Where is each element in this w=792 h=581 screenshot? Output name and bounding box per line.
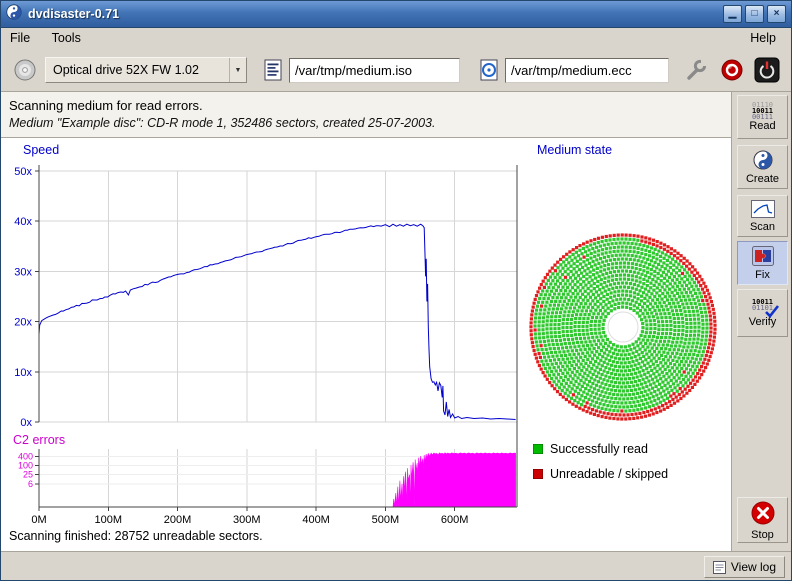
verify-button[interactable]: 10011 01101 Verify: [737, 289, 788, 337]
view-log-label: View log: [731, 560, 776, 574]
c2-errors-title: C2 errors: [13, 433, 65, 447]
medium-state-title: Medium state: [537, 143, 612, 157]
svg-text:40x: 40x: [14, 216, 32, 228]
read-button-label: Read: [749, 120, 775, 132]
scan-button[interactable]: Scan: [737, 195, 788, 237]
verify-binary-icon: 10011 01101: [747, 299, 779, 316]
minimize-button[interactable]: ▁: [723, 5, 742, 23]
scan-result-status: Scanning finished: 28752 unreadable sect…: [9, 529, 263, 543]
svg-text:50x: 50x: [14, 166, 32, 178]
svg-text:0M: 0M: [31, 514, 46, 526]
fix-button-label: Fix: [755, 269, 770, 281]
wrench-icon: [684, 70, 708, 85]
ecc-path-input[interactable]: [505, 58, 669, 83]
app-window: dvdisaster-0.71 ▁ □ × File Tools Help Op…: [0, 0, 792, 581]
log-list-icon: [713, 561, 726, 574]
app-logo-icon: [6, 4, 22, 25]
menu-tools[interactable]: Tools: [43, 28, 90, 49]
toolbar: Optical drive 52X FW 1.02 ▼: [1, 49, 791, 92]
svg-text:100M: 100M: [95, 514, 123, 526]
iso-file-icon: [264, 59, 282, 86]
maximize-button[interactable]: □: [745, 5, 764, 23]
drive-selector-value: Optical drive 52X FW 1.02: [46, 63, 229, 77]
power-icon: [754, 71, 780, 86]
green-swatch-icon: [533, 444, 543, 454]
stop-button-label: Stop: [751, 529, 774, 541]
svg-text:500M: 500M: [372, 514, 400, 526]
menu-file[interactable]: File: [1, 28, 39, 49]
help-button[interactable]: [720, 58, 744, 85]
status-header: Scanning medium for read errors. Medium …: [1, 92, 731, 138]
preferences-button[interactable]: [684, 58, 708, 85]
create-button[interactable]: Create: [737, 145, 788, 189]
puzzle-icon: [752, 246, 774, 269]
svg-text:400M: 400M: [302, 514, 330, 526]
status-line2: Medium "Example disc": CD-R mode 1, 3524…: [9, 116, 731, 130]
svg-text:0x: 0x: [20, 417, 32, 429]
yin-yang-icon: [753, 150, 773, 173]
read-button[interactable]: 01110 10011 00111 Read: [737, 95, 788, 139]
legend-item-unreadable: Unreadable / skipped: [533, 466, 668, 482]
main-content: 0x10x20x30x40x50x4001002560M100M200M300M…: [1, 138, 731, 551]
create-button-label: Create: [746, 173, 779, 185]
svg-text:30x: 30x: [14, 266, 32, 278]
optical-drive-icon: [13, 58, 37, 87]
close-button[interactable]: ×: [767, 5, 786, 23]
scan-button-label: Scan: [750, 221, 775, 233]
drive-selector[interactable]: Optical drive 52X FW 1.02 ▼: [45, 57, 247, 83]
legend-label-unreadable: Unreadable / skipped: [550, 467, 668, 481]
speed-chart-title: Speed: [23, 143, 59, 157]
svg-text:200M: 200M: [164, 514, 192, 526]
stop-x-icon: [750, 500, 776, 529]
window-title: dvdisaster-0.71: [28, 7, 720, 21]
legend-label-read: Successfully read: [550, 442, 648, 456]
svg-text:6: 6: [28, 479, 33, 489]
titlebar[interactable]: dvdisaster-0.71 ▁ □ ×: [1, 1, 791, 28]
red-swatch-icon: [533, 469, 543, 479]
scan-chart-icon: [751, 200, 775, 221]
quit-button[interactable]: [754, 57, 780, 86]
iso-path-input[interactable]: [289, 58, 460, 83]
view-log-button[interactable]: View log: [704, 556, 785, 578]
svg-text:300M: 300M: [233, 514, 261, 526]
status-line1: Scanning medium for read errors.: [9, 98, 731, 113]
svg-text:600M: 600M: [441, 514, 469, 526]
ecc-file-icon: [480, 59, 498, 86]
check-icon: [764, 304, 780, 318]
svg-text:10x: 10x: [14, 367, 32, 379]
bottom-bar: View log: [1, 551, 791, 580]
binary-read-icon: 01110 10011 00111: [752, 102, 773, 120]
lifebelt-help-icon: [720, 70, 744, 85]
menubar: File Tools Help: [1, 28, 791, 49]
action-sidebar: 01110 10011 00111 Read Create Scan Fix: [731, 92, 792, 551]
legend-item-read: Successfully read: [533, 441, 668, 457]
chevron-down-icon: ▼: [229, 58, 246, 82]
stop-button[interactable]: Stop: [737, 497, 788, 543]
fix-button[interactable]: Fix: [737, 241, 788, 285]
menu-help[interactable]: Help: [741, 28, 785, 49]
svg-text:20x: 20x: [14, 317, 32, 329]
legend: Successfully read Unreadable / skipped: [533, 441, 668, 491]
